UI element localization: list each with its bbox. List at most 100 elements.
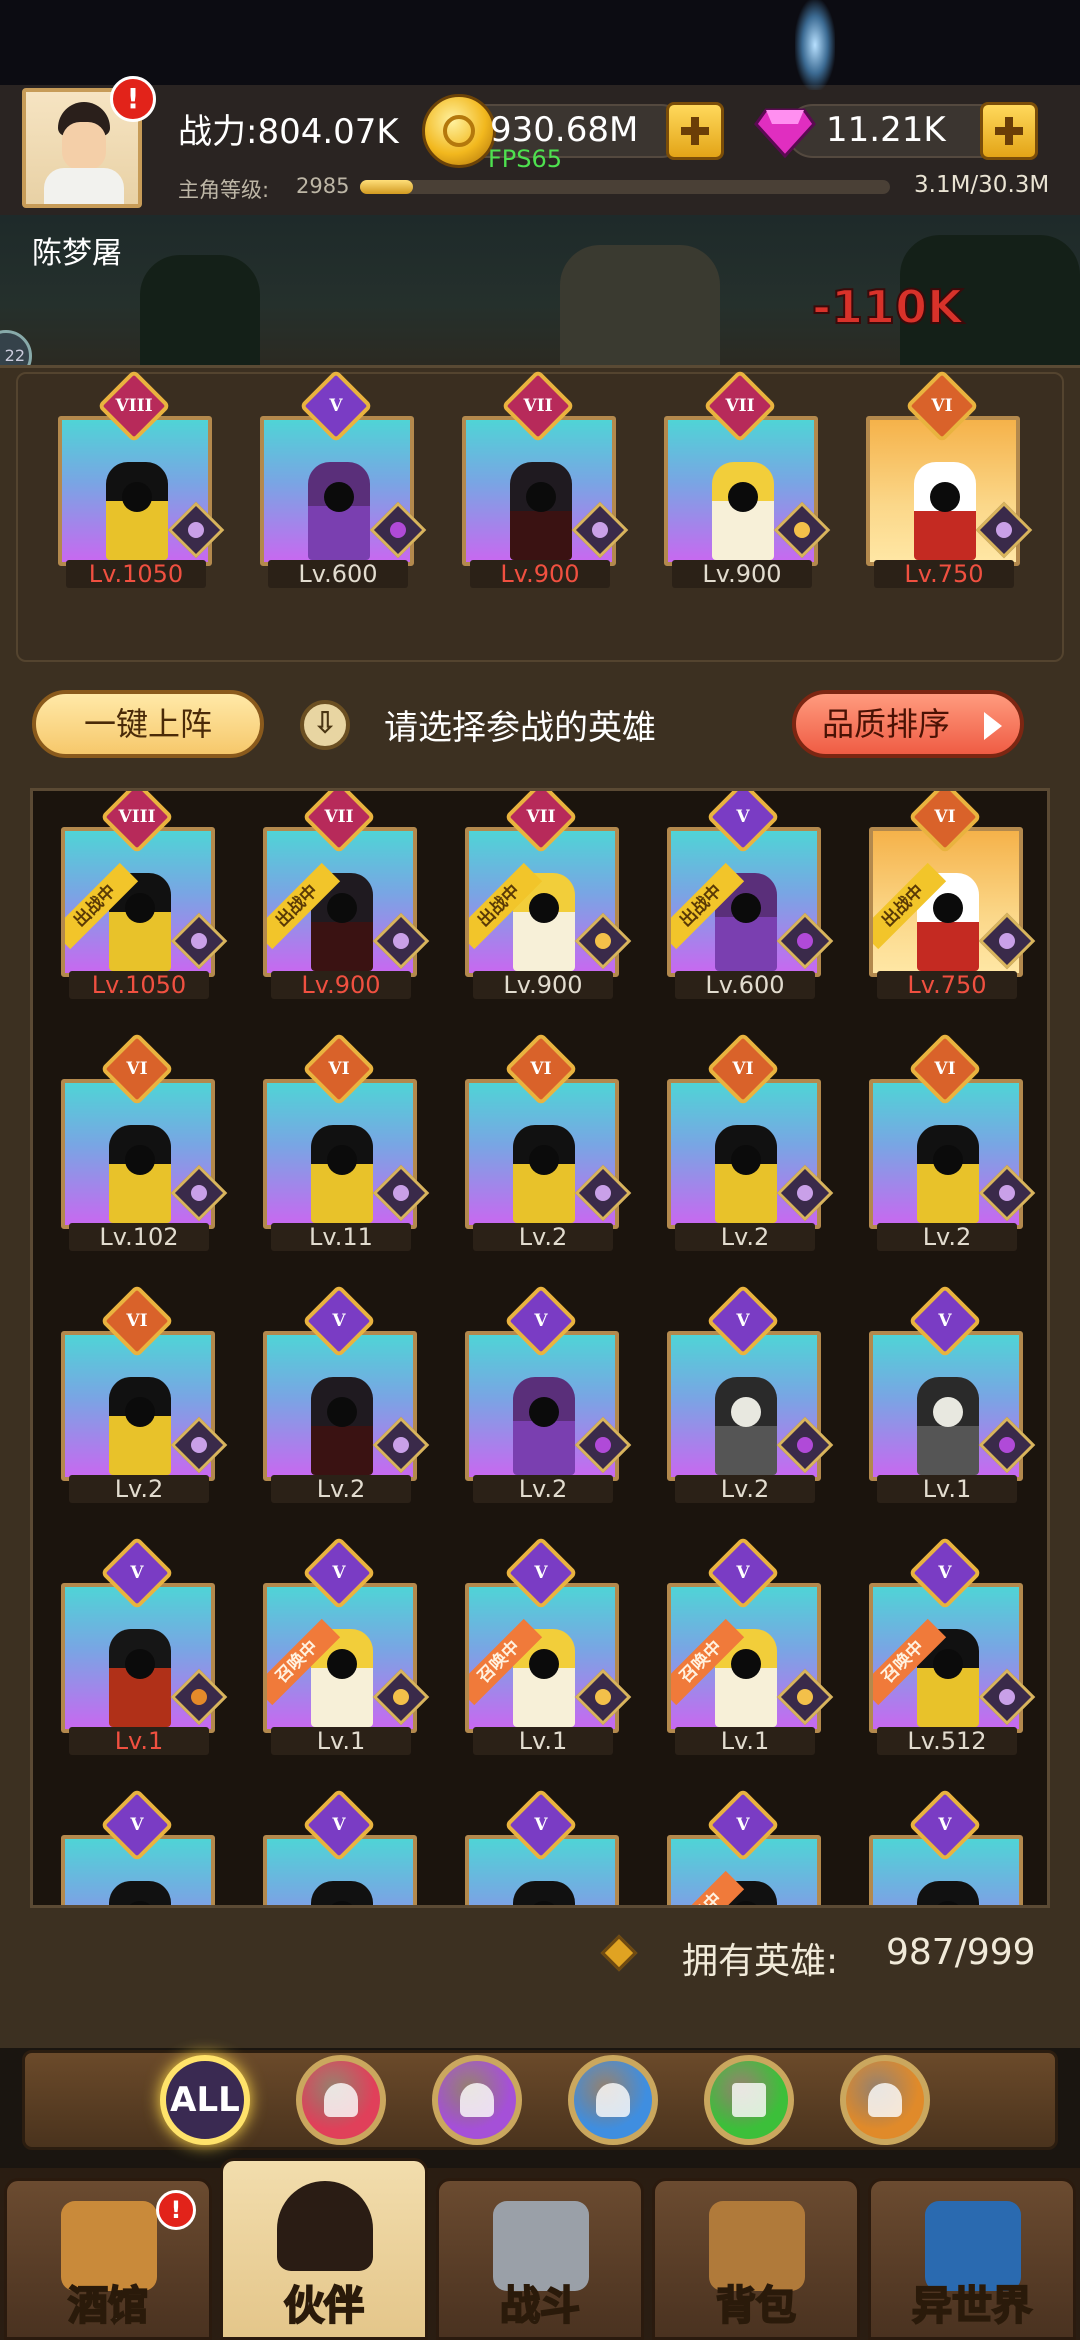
roster-hero-card[interactable]: VI Lv.11	[263, 1032, 430, 1251]
avatar-face	[62, 122, 106, 170]
add-gem-button[interactable]	[980, 102, 1038, 160]
hero-face	[529, 1649, 559, 1679]
rank-numeral: VII	[324, 807, 354, 827]
lineup-hero-card[interactable]: VII Lv.900	[664, 369, 831, 588]
owned-heroes-label: 拥有英雄:	[682, 1941, 839, 1982]
nav-tab-4[interactable]: 背包	[652, 2178, 860, 2340]
roster-hero-card[interactable]: V	[465, 1788, 625, 1905]
roster-hero-card[interactable]: V	[869, 1788, 1029, 1905]
rank-numeral: VIII	[118, 807, 156, 827]
dagger-icon	[596, 2083, 630, 2117]
hero-face	[125, 1901, 155, 1905]
nav-tab-5[interactable]: 异世界	[868, 2178, 1076, 2340]
lineup-hero-card[interactable]: VIII Lv.1050	[58, 369, 225, 588]
roster-hero-card[interactable]: 出战中 VIII Lv.1050	[61, 791, 228, 999]
hero-face	[731, 1145, 761, 1175]
roster-hero-card[interactable]: V Lv.1	[869, 1284, 1036, 1503]
rank-numeral: V	[332, 1563, 346, 1583]
roster-hero-card[interactable]: VI Lv.2	[465, 1032, 632, 1251]
hero-face	[933, 1649, 963, 1679]
dagger-filter-button[interactable]	[568, 2055, 658, 2145]
roster-hero-card[interactable]: 召唤中 V Lv.1	[667, 1536, 834, 1755]
shield-icon	[868, 2083, 902, 2117]
roster-hero-card[interactable]: VI Lv.102	[61, 1032, 228, 1251]
hero-level: Lv.900	[470, 560, 610, 588]
nav-tab-2[interactable]: 伙伴	[220, 2158, 428, 2340]
hero-level: Lv.1	[877, 1475, 1017, 1503]
shield-filter-button[interactable]	[840, 2055, 930, 2145]
hero-face	[529, 1145, 559, 1175]
hero-character-art	[513, 1377, 575, 1475]
hero-level: Lv.2	[675, 1475, 815, 1503]
hero-face	[327, 1397, 357, 1427]
rank-numeral: V	[329, 396, 343, 416]
roster-hero-card[interactable]: VI Lv.2	[61, 1284, 228, 1503]
hero-character-art	[308, 462, 370, 560]
hero-character-art	[914, 462, 976, 560]
roster-hero-card[interactable]: 召唤中 V	[667, 1788, 827, 1905]
gold-coin-icon	[422, 94, 496, 168]
hero-face	[324, 482, 354, 512]
roster-hero-card[interactable]: 召唤中 V Lv.512	[869, 1536, 1036, 1755]
rank-numeral: VI	[732, 1059, 754, 1079]
roster-hero-card[interactable]: 出战中 VI Lv.750	[869, 791, 1036, 999]
sword-filter-button[interactable]	[296, 2055, 386, 2145]
lineup-hero-card[interactable]: V Lv.600	[260, 369, 427, 588]
rank-numeral: V	[736, 807, 750, 827]
roster-hero-card[interactable]: 出战中 VII Lv.900	[263, 791, 430, 999]
heal-cross-filter-button[interactable]	[704, 2055, 794, 2145]
rank-numeral: V	[534, 1563, 548, 1583]
scene-tree	[140, 255, 260, 365]
rank-numeral: V	[938, 1311, 952, 1331]
sort-quality-button[interactable]: 品质排序	[792, 690, 1024, 758]
roster-hero-card[interactable]: V Lv.2	[465, 1284, 632, 1503]
hero-level: Lv.2	[473, 1475, 613, 1503]
rank-numeral: VIII	[115, 396, 153, 416]
auto-deploy-button[interactable]: 一键上阵	[32, 690, 264, 758]
roster-hero-card[interactable]: 出战中 V Lv.600	[667, 791, 834, 999]
roster-hero-card[interactable]: VI Lv.2	[667, 1032, 834, 1251]
hero-face	[731, 1397, 761, 1427]
tavern-alert-icon: !	[156, 2190, 196, 2230]
hero-level: Lv.2	[473, 1223, 613, 1251]
nav-tab-label: 背包	[715, 2282, 797, 2330]
rank-numeral: V	[938, 1563, 952, 1583]
staff-filter-button[interactable]	[432, 2055, 522, 2145]
roster-hero-card[interactable]: 出战中 VII Lv.900	[465, 791, 632, 999]
roster-hero-card[interactable]: VI Lv.2	[869, 1032, 1036, 1251]
hero-character-art	[715, 1125, 777, 1223]
hero-level: Lv.512	[877, 1727, 1017, 1755]
roster-hero-card[interactable]: 召唤中 V Lv.1	[465, 1536, 632, 1755]
roster-hero-card[interactable]: V Lv.2	[263, 1284, 430, 1503]
partner-portrait-icon	[277, 2181, 373, 2271]
gem-icon	[754, 108, 816, 159]
hero-character-art	[109, 1881, 171, 1905]
select-hero-hint: 请选择参战的英雄	[384, 708, 656, 748]
roster-hero-card[interactable]: V Lv.2	[667, 1284, 834, 1503]
hero-level: Lv.900	[672, 560, 812, 588]
add-gold-button[interactable]	[666, 102, 724, 160]
hero-face	[327, 1649, 357, 1679]
nav-tab-3[interactable]: 战斗	[436, 2178, 644, 2340]
roster-hero-card[interactable]: 召唤中 V Lv.1	[263, 1536, 430, 1755]
lineup-hero-card[interactable]: VI Lv.750	[866, 369, 1033, 588]
nav-tab-label: 战斗	[499, 2282, 581, 2330]
roster-hero-card[interactable]: V	[263, 1788, 423, 1905]
lineup-hero-card[interactable]: VII Lv.900	[462, 369, 629, 588]
hero-level: Lv.900	[271, 971, 411, 999]
hero-face	[728, 482, 758, 512]
nav-tab-label: 异世界	[911, 2282, 1033, 2330]
rank-numeral: VI	[934, 1059, 956, 1079]
hero-face	[125, 1397, 155, 1427]
hero-roster-grid[interactable]: 出战中 VIII Lv.1050 出战中 VII Lv.900 出战中 VII …	[30, 788, 1050, 1908]
hero-face	[933, 893, 963, 923]
all-filter-button[interactable]: ALL	[160, 2055, 250, 2145]
exp-progress-fill	[360, 180, 413, 194]
damage-number: -110K	[811, 279, 964, 335]
hero-face	[122, 482, 152, 512]
hero-character-art	[917, 1377, 979, 1475]
rank-numeral: VII	[526, 807, 556, 827]
roster-hero-card[interactable]: V	[61, 1788, 221, 1905]
roster-hero-card[interactable]: V Lv.1	[61, 1536, 228, 1755]
gem-value: 11.21K	[826, 110, 946, 150]
